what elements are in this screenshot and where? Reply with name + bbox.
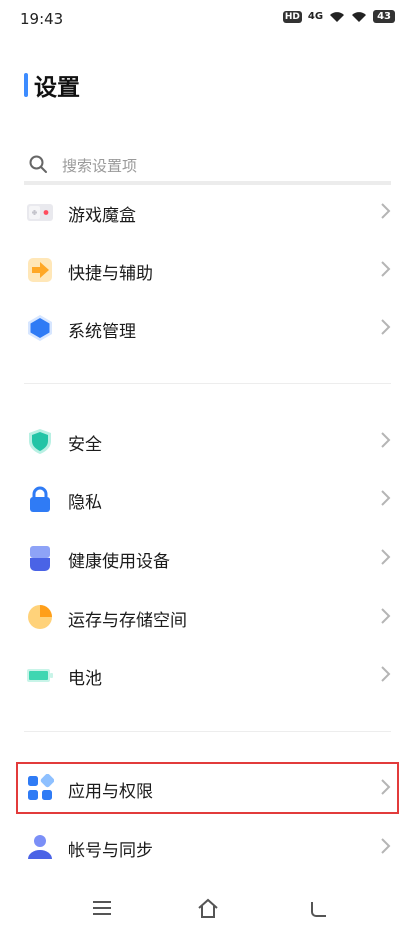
chevron-right-icon xyxy=(381,549,391,565)
status-bar: 19:43 HD 4G 43 xyxy=(0,0,415,38)
settings-item-label: 隐私 xyxy=(68,493,102,513)
home-icon[interactable] xyxy=(196,897,220,919)
settings-item-label: 游戏魔盒 xyxy=(68,206,136,226)
cellular-signal-icon: 4G xyxy=(307,11,324,22)
chevron-right-icon xyxy=(381,490,391,506)
chevron-right-icon xyxy=(381,838,391,854)
battery-icon xyxy=(27,669,53,682)
settings-item-label: 帐号与同步 xyxy=(68,841,153,861)
settings-item-account-sync[interactable]: 帐号与同步 xyxy=(0,818,415,876)
settings-item-label: 电池 xyxy=(68,669,102,689)
settings-item-label: 安全 xyxy=(68,435,102,455)
chevron-right-icon xyxy=(381,432,391,448)
back-icon[interactable] xyxy=(308,898,330,918)
search-icon xyxy=(29,155,47,173)
wifi-icon xyxy=(330,11,345,22)
settings-item-system-management[interactable]: 系统管理 xyxy=(0,299,415,357)
settings-item-shortcuts[interactable]: 快捷与辅助 xyxy=(0,241,415,299)
page-title: 设置 xyxy=(34,75,80,101)
status-icons: HD 4G 43 xyxy=(282,10,395,23)
menu-icon[interactable] xyxy=(90,900,114,916)
settings-item-memory-storage[interactable]: 运存与存储空间 xyxy=(0,588,415,646)
chevron-right-icon xyxy=(381,203,391,219)
status-time: 19:43 xyxy=(20,10,64,28)
group-divider xyxy=(24,731,391,732)
shield-icon xyxy=(29,429,51,454)
storage-pie-icon xyxy=(28,605,52,629)
search-placeholder: 搜索设置项 xyxy=(62,157,138,175)
settings-item-security[interactable]: 安全 xyxy=(0,412,415,470)
settings-item-healthy-usage[interactable]: 健康使用设备 xyxy=(0,529,415,587)
settings-item-label: 运存与存储空间 xyxy=(68,611,187,631)
settings-item-label: 系统管理 xyxy=(68,322,136,342)
settings-item-battery[interactable]: 电池 xyxy=(0,646,415,704)
navigation-bar xyxy=(0,880,415,930)
settings-item-privacy[interactable]: 隐私 xyxy=(0,470,415,528)
shortcut-icon xyxy=(28,258,52,282)
chevron-right-icon xyxy=(381,319,391,335)
chevron-right-icon xyxy=(381,261,391,277)
wifi-icon-secondary xyxy=(352,11,367,22)
battery-status: 43 xyxy=(373,10,395,23)
group-divider xyxy=(24,383,391,384)
chevron-right-icon xyxy=(381,666,391,682)
settings-item-label: 快捷与辅助 xyxy=(68,264,153,284)
settings-item-label: 健康使用设备 xyxy=(68,552,170,572)
game-box-icon xyxy=(27,204,53,221)
hd-badge: HD xyxy=(282,10,302,23)
chevron-right-icon xyxy=(381,608,391,624)
settings-item-game-box[interactable]: 游戏魔盒 xyxy=(0,183,415,241)
title-accent-bar xyxy=(24,73,28,97)
page-header: 设置 xyxy=(24,70,80,101)
search-input[interactable]: 搜索设置项 xyxy=(24,145,391,185)
system-hexagon-icon xyxy=(28,315,52,341)
account-icon xyxy=(28,835,52,859)
health-icon xyxy=(30,546,50,571)
highlight-box xyxy=(16,762,399,814)
lock-icon xyxy=(30,486,50,512)
